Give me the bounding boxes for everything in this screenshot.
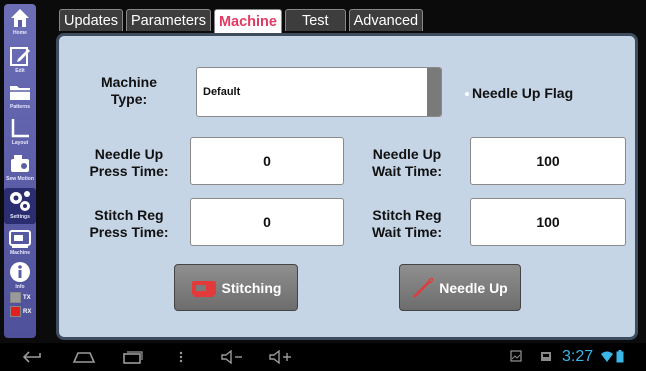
menu-icon[interactable] — [179, 350, 183, 364]
checkbox-indicator — [465, 92, 469, 97]
wifi-icon — [601, 351, 613, 362]
app-screen: Home Edit Patterns Layout Sew Motion Set… — [0, 0, 646, 343]
rx-label: RX — [23, 309, 32, 316]
tx-label: TX — [23, 295, 31, 302]
sidebar-item-sew-motion[interactable]: Sew Motion — [4, 152, 36, 186]
machine-type-select[interactable]: Default — [196, 67, 442, 117]
dropdown-handle[interactable] — [427, 68, 441, 116]
tab-machine[interactable]: Machine — [213, 9, 282, 35]
tab-bar: Updates Parameters Machine Test Advanced — [59, 9, 424, 35]
needle-up-wait-field[interactable]: 100 — [470, 137, 626, 185]
sidebar-item-label: Patterns — [9, 104, 30, 110]
system-nav-bar: 3:27 — [0, 343, 646, 371]
gears-icon — [10, 191, 30, 211]
status-clock: 3:27 — [562, 348, 594, 365]
stitch-reg-press-label: Stitch Reg Press Time: — [89, 207, 169, 240]
tx-status-light — [10, 292, 21, 303]
sidebar-item-layout[interactable]: Layout — [4, 116, 36, 150]
folder-icon — [10, 86, 30, 100]
stitch-reg-wait-label: Stitch Reg Wait Time: — [371, 207, 442, 240]
stitch-reg-press-field[interactable]: 0 — [190, 198, 344, 246]
needle-up-flag-label: Needle Up Flag — [472, 85, 574, 101]
volume-up-icon[interactable] — [268, 350, 296, 364]
tab-parameters[interactable]: Parameters — [126, 9, 211, 31]
sidebar: Home Edit Patterns Layout Sew Motion Set… — [4, 4, 36, 338]
recent-apps-icon[interactable] — [122, 350, 144, 364]
tab-updates[interactable]: Updates — [59, 9, 124, 31]
sidebar-item-info[interactable]: Info — [4, 260, 36, 292]
needle-up-flag-checkbox[interactable]: Needle Up Flag — [465, 85, 573, 101]
sidebar-item-label: Settings — [10, 214, 30, 220]
needle-up-label: Needle Up — [439, 279, 508, 296]
stitching-button[interactable]: Stitching — [174, 264, 298, 311]
tx-indicator: TX — [10, 292, 31, 303]
info-icon — [10, 262, 30, 282]
needle-up-wait-label: Needle Up Wait Time: — [371, 146, 442, 179]
home-icon — [11, 9, 29, 27]
needle-up-press-label: Needle Up Press Time: — [89, 146, 169, 179]
needle-up-press-field[interactable]: 0 — [190, 137, 344, 185]
sewing-machine-icon — [191, 280, 216, 297]
stitching-label: Stitching — [221, 279, 282, 296]
needle-icon — [413, 277, 434, 298]
volume-down-icon[interactable] — [220, 350, 246, 364]
machine-type-value: Default — [203, 86, 241, 98]
storage-notification-icon — [541, 352, 551, 361]
edit-icon — [10, 47, 30, 66]
sidebar-item-settings[interactable]: Settings — [4, 188, 36, 224]
sidebar-item-label: Layout — [11, 140, 29, 146]
machine-settings-panel: Machine Type: Default Needle Up Flag Nee… — [56, 33, 638, 340]
rx-status-light — [10, 306, 21, 317]
sidebar-item-label: Machine — [9, 250, 30, 256]
battery-icon — [616, 350, 624, 363]
tab-test[interactable]: Test — [284, 9, 346, 31]
machine-icon — [9, 230, 31, 248]
screenshot-notification-icon — [510, 350, 522, 362]
needle-up-button[interactable]: Needle Up — [399, 264, 521, 311]
back-icon[interactable] — [22, 350, 44, 364]
machine-type-label: Machine Type: — [100, 74, 157, 107]
sidebar-item-label: Sew Motion — [6, 176, 34, 182]
home-nav-icon[interactable] — [72, 350, 96, 364]
sidebar-item-patterns[interactable]: Patterns — [4, 80, 36, 114]
sidebar-item-label: Edit — [15, 68, 25, 74]
stitch-reg-wait-field[interactable]: 100 — [470, 198, 626, 246]
sidebar-item-label: Home — [13, 30, 27, 36]
tab-advanced[interactable]: Advanced — [348, 9, 424, 31]
rx-indicator: RX — [10, 306, 31, 317]
sidebar-item-machine[interactable]: Machine — [4, 226, 36, 260]
sidebar-item-home[interactable]: Home — [4, 6, 36, 42]
sidebar-item-label: Info — [15, 284, 25, 290]
layout-icon — [11, 119, 29, 138]
sew-motion-icon — [11, 155, 29, 172]
sidebar-item-edit[interactable]: Edit — [4, 44, 36, 78]
